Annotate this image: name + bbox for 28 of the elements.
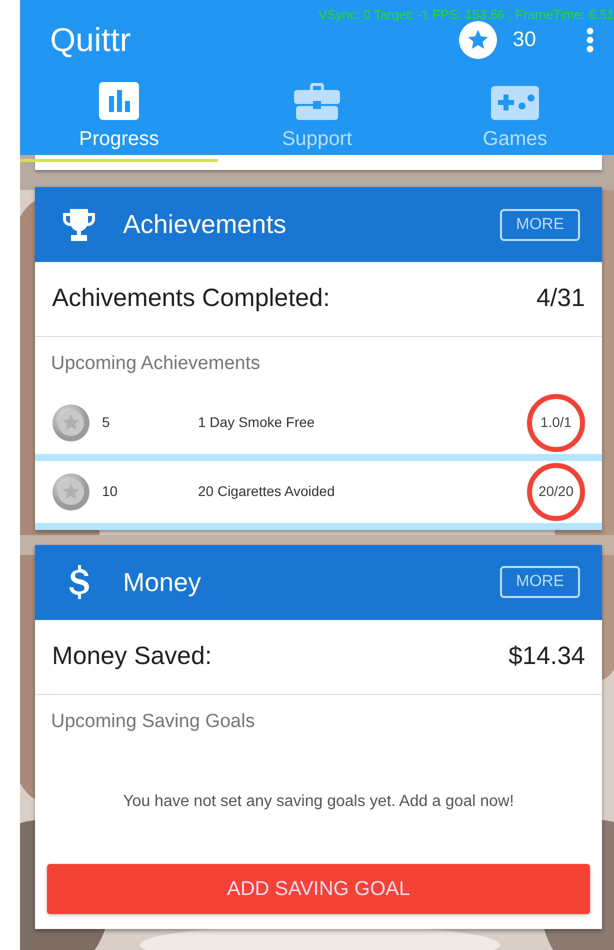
- briefcase-icon: [294, 82, 340, 120]
- trophy-icon: [61, 206, 97, 242]
- more-button[interactable]: MORE: [500, 208, 580, 240]
- debug-overlay: VSync: 0 Target: -1 FPS: 153.66 , FrameTime: 6.51: [318, 6, 614, 24]
- section-title: Achievements: [123, 208, 288, 241]
- add-saving-goal-button[interactable]: ADD SAVING GOAL: [47, 864, 590, 914]
- section-title: Money: [123, 566, 202, 598]
- summary-value: $14.34: [508, 640, 585, 672]
- summary-value: 4/31: [536, 283, 585, 314]
- section-subtitle: Upcoming Achievements: [50, 352, 262, 376]
- gamepad-icon: [491, 86, 539, 120]
- more-options-icon[interactable]: [586, 27, 594, 53]
- points-count: 30: [512, 27, 536, 54]
- medal-icon: [52, 472, 90, 510]
- achievement-name: 1 Day Smoke Free: [198, 413, 316, 432]
- dollar-icon: [67, 564, 91, 600]
- more-button[interactable]: MORE: [500, 566, 580, 598]
- achievement-points: 10: [102, 482, 119, 501]
- chart-icon: [99, 82, 139, 120]
- empty-message: You have not set any saving goals yet. Add a goal now!: [122, 792, 515, 812]
- summary-label: Achivements Completed:: [52, 283, 330, 314]
- section-subtitle: Upcoming Saving Goals: [50, 710, 256, 734]
- achievement-points: 5: [102, 413, 111, 432]
- app-title: Quittr: [50, 20, 131, 60]
- achievement-name: 20 Cigarettes Avoided: [198, 482, 336, 501]
- medal-icon: [52, 404, 90, 442]
- summary-label: Money Saved:: [52, 640, 212, 672]
- tab[interactable]: Support: [218, 80, 416, 162]
